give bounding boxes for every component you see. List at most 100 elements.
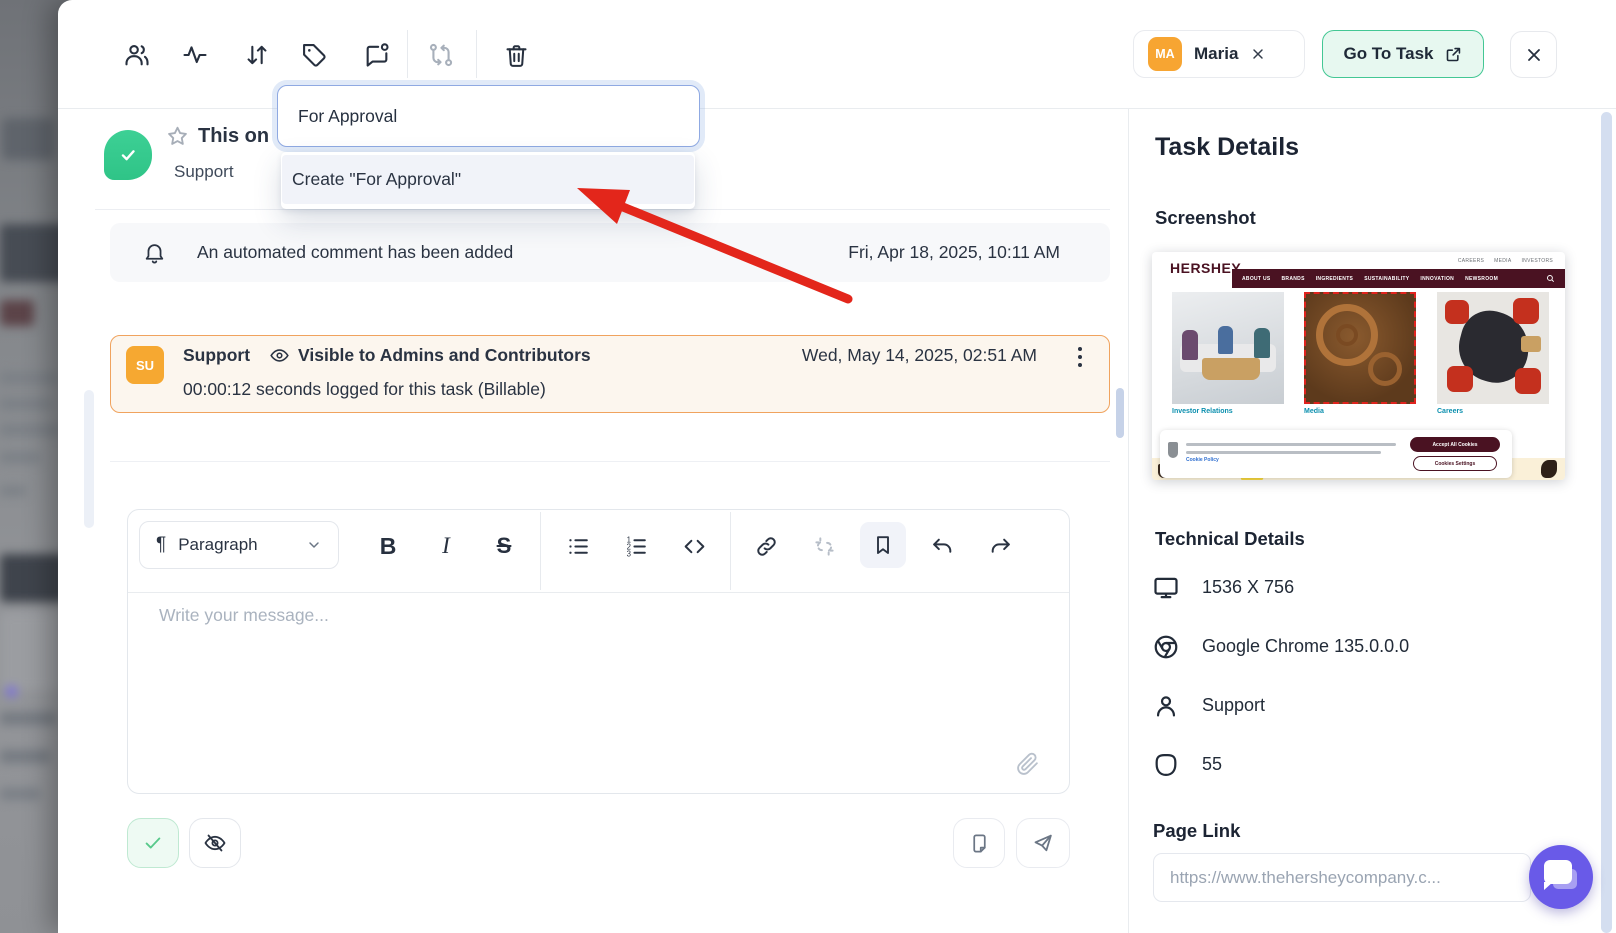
hershey-logo: HERSHEY	[1170, 260, 1241, 276]
bookmark-icon	[871, 533, 895, 557]
modal-scrollbar-thumb[interactable]	[1601, 112, 1612, 933]
ordered-list-button[interactable]: 123	[614, 524, 658, 568]
sort-button[interactable]	[240, 38, 274, 72]
assignee-name: Maria	[1194, 44, 1238, 64]
message-editor: ¶ Paragraph B I S 123	[127, 509, 1070, 794]
task-screenshot-thumbnail[interactable]: HERSHEY CAREERSMEDIAINVESTORS ABOUT USBR…	[1152, 252, 1565, 480]
approve-comment-button[interactable]	[127, 818, 179, 868]
chat-bubble-tail	[1544, 882, 1553, 890]
unlink-button[interactable]	[802, 524, 846, 568]
technical-details-list: 1536 X 756 Google Chrome 135.0.0.0 Suppo…	[1152, 558, 1582, 794]
status-comment-button[interactable]	[360, 38, 394, 72]
strikethrough-button[interactable]: S	[482, 524, 526, 568]
kebab-icon	[1070, 344, 1090, 370]
activity-icon	[181, 41, 209, 69]
favorite-star-button[interactable]	[164, 123, 190, 149]
redo-button[interactable]	[978, 524, 1022, 568]
task-title: This on	[198, 125, 269, 148]
toolbar-separator	[407, 30, 408, 78]
status-check-badge[interactable]	[104, 130, 152, 180]
page-link-input[interactable]	[1153, 853, 1531, 902]
sidebar-title: Task Details	[1155, 133, 1299, 162]
chat-bubble-icon	[1544, 860, 1572, 884]
link-icon	[754, 534, 779, 559]
cookie-consent-bar: Cookie Policy Accept All Cookies Cookies…	[1160, 430, 1512, 478]
tag-icon	[300, 41, 328, 69]
undo-button[interactable]	[920, 524, 964, 568]
cookie-policy-link: Cookie Policy	[1186, 457, 1219, 463]
hershey-nav-bar: ABOUT USBRANDSINGREDIENTSSUSTAINABILITYI…	[1232, 269, 1565, 288]
paragraph-label: Paragraph	[178, 535, 257, 555]
delete-task-button[interactable]	[499, 38, 533, 72]
left-scrollbar-thumb[interactable]	[84, 390, 94, 528]
cookie-text-line	[1186, 451, 1381, 454]
attach-file-button[interactable]	[1013, 749, 1043, 779]
editor-separator	[540, 512, 541, 590]
assignees-button[interactable]	[120, 38, 154, 72]
bullet-list-button[interactable]	[556, 524, 600, 568]
screenshot-label: Screenshot	[1155, 207, 1256, 229]
tech-row-reporter: Support	[1152, 676, 1582, 735]
bold-button[interactable]: B	[366, 524, 410, 568]
photo-link: Careers	[1437, 408, 1463, 415]
tech-row-resolution: 1536 X 756	[1152, 558, 1582, 617]
avatar: MA	[1148, 37, 1182, 71]
paragraph-style-dropdown[interactable]: ¶ Paragraph	[139, 521, 339, 569]
send-button[interactable]	[1016, 818, 1070, 868]
italic-button[interactable]: I	[424, 524, 468, 568]
hershey-top-links: CAREERSMEDIAINVESTORS	[1458, 258, 1553, 264]
remove-assignee-icon[interactable]	[1250, 46, 1266, 62]
workflow-button[interactable]	[424, 38, 458, 72]
toolbar-separator	[476, 30, 477, 78]
search-icon	[1546, 274, 1555, 283]
external-link-icon	[1444, 45, 1463, 64]
technical-details-label: Technical Details	[1155, 528, 1305, 550]
sidebar-divider	[1128, 109, 1129, 933]
note-template-button[interactable]	[953, 818, 1005, 868]
tech-row-id: 55	[1152, 735, 1582, 794]
code-icon	[682, 534, 707, 559]
pilcrow-icon: ¶	[156, 534, 166, 556]
notification-timestamp: Fri, Apr 18, 2025, 10:11 AM	[848, 242, 1060, 263]
internal-note-visibility-button[interactable]	[189, 818, 241, 868]
cookie-text-line	[1186, 443, 1396, 446]
screen: MA Maria Go To Task This on Support An a…	[0, 0, 1616, 933]
comment-visibility: Visible to Admins and Contributors	[298, 345, 591, 366]
task-subtitle: Support	[174, 162, 234, 182]
go-to-task-button[interactable]: Go To Task	[1322, 30, 1484, 78]
photo-careers	[1437, 292, 1549, 404]
close-modal-button[interactable]	[1510, 31, 1557, 78]
bullet-list-icon	[566, 534, 591, 559]
chevron-down-icon	[306, 537, 322, 553]
go-to-task-label: Go To Task	[1343, 44, 1433, 64]
monitor-icon	[1152, 574, 1180, 602]
tags-button[interactable]	[297, 38, 331, 72]
assignee-chip[interactable]: MA Maria	[1133, 30, 1305, 78]
comment-menu-button[interactable]	[1067, 342, 1093, 372]
photo-media-selected	[1304, 292, 1416, 404]
create-status-option[interactable]: Create "For Approval"	[282, 155, 694, 204]
code-button[interactable]	[672, 524, 716, 568]
message-input-area[interactable]: Write your message...	[128, 593, 1069, 793]
bookmark-button[interactable]	[860, 522, 906, 568]
accept-cookies-button: Accept All Cookies	[1410, 437, 1500, 452]
check-icon	[117, 144, 139, 166]
activity-button[interactable]	[178, 38, 212, 72]
feed-scrollbar-thumb[interactable]	[1116, 388, 1124, 438]
user-icon	[1152, 692, 1180, 720]
section-divider	[95, 209, 1110, 210]
status-combobox-value: For Approval	[298, 106, 397, 127]
comment-avatar: SU	[126, 346, 164, 384]
git-compare-icon	[427, 41, 455, 69]
visibility-eye-icon	[269, 345, 290, 366]
eye-off-icon	[203, 831, 227, 855]
photo-link: Media	[1304, 408, 1324, 415]
comment-timestamp: Wed, May 14, 2025, 02:51 AM	[802, 345, 1037, 366]
comment-body: 00:00:12 seconds logged for this task (B…	[183, 379, 546, 400]
status-combobox[interactable]: For Approval	[277, 85, 700, 147]
chat-widget-button[interactable]	[1529, 845, 1593, 909]
status-dropdown-menu: Create "For Approval"	[281, 152, 695, 209]
note-page-icon	[968, 832, 991, 855]
link-button[interactable]	[744, 524, 788, 568]
message-placeholder: Write your message...	[159, 605, 329, 626]
